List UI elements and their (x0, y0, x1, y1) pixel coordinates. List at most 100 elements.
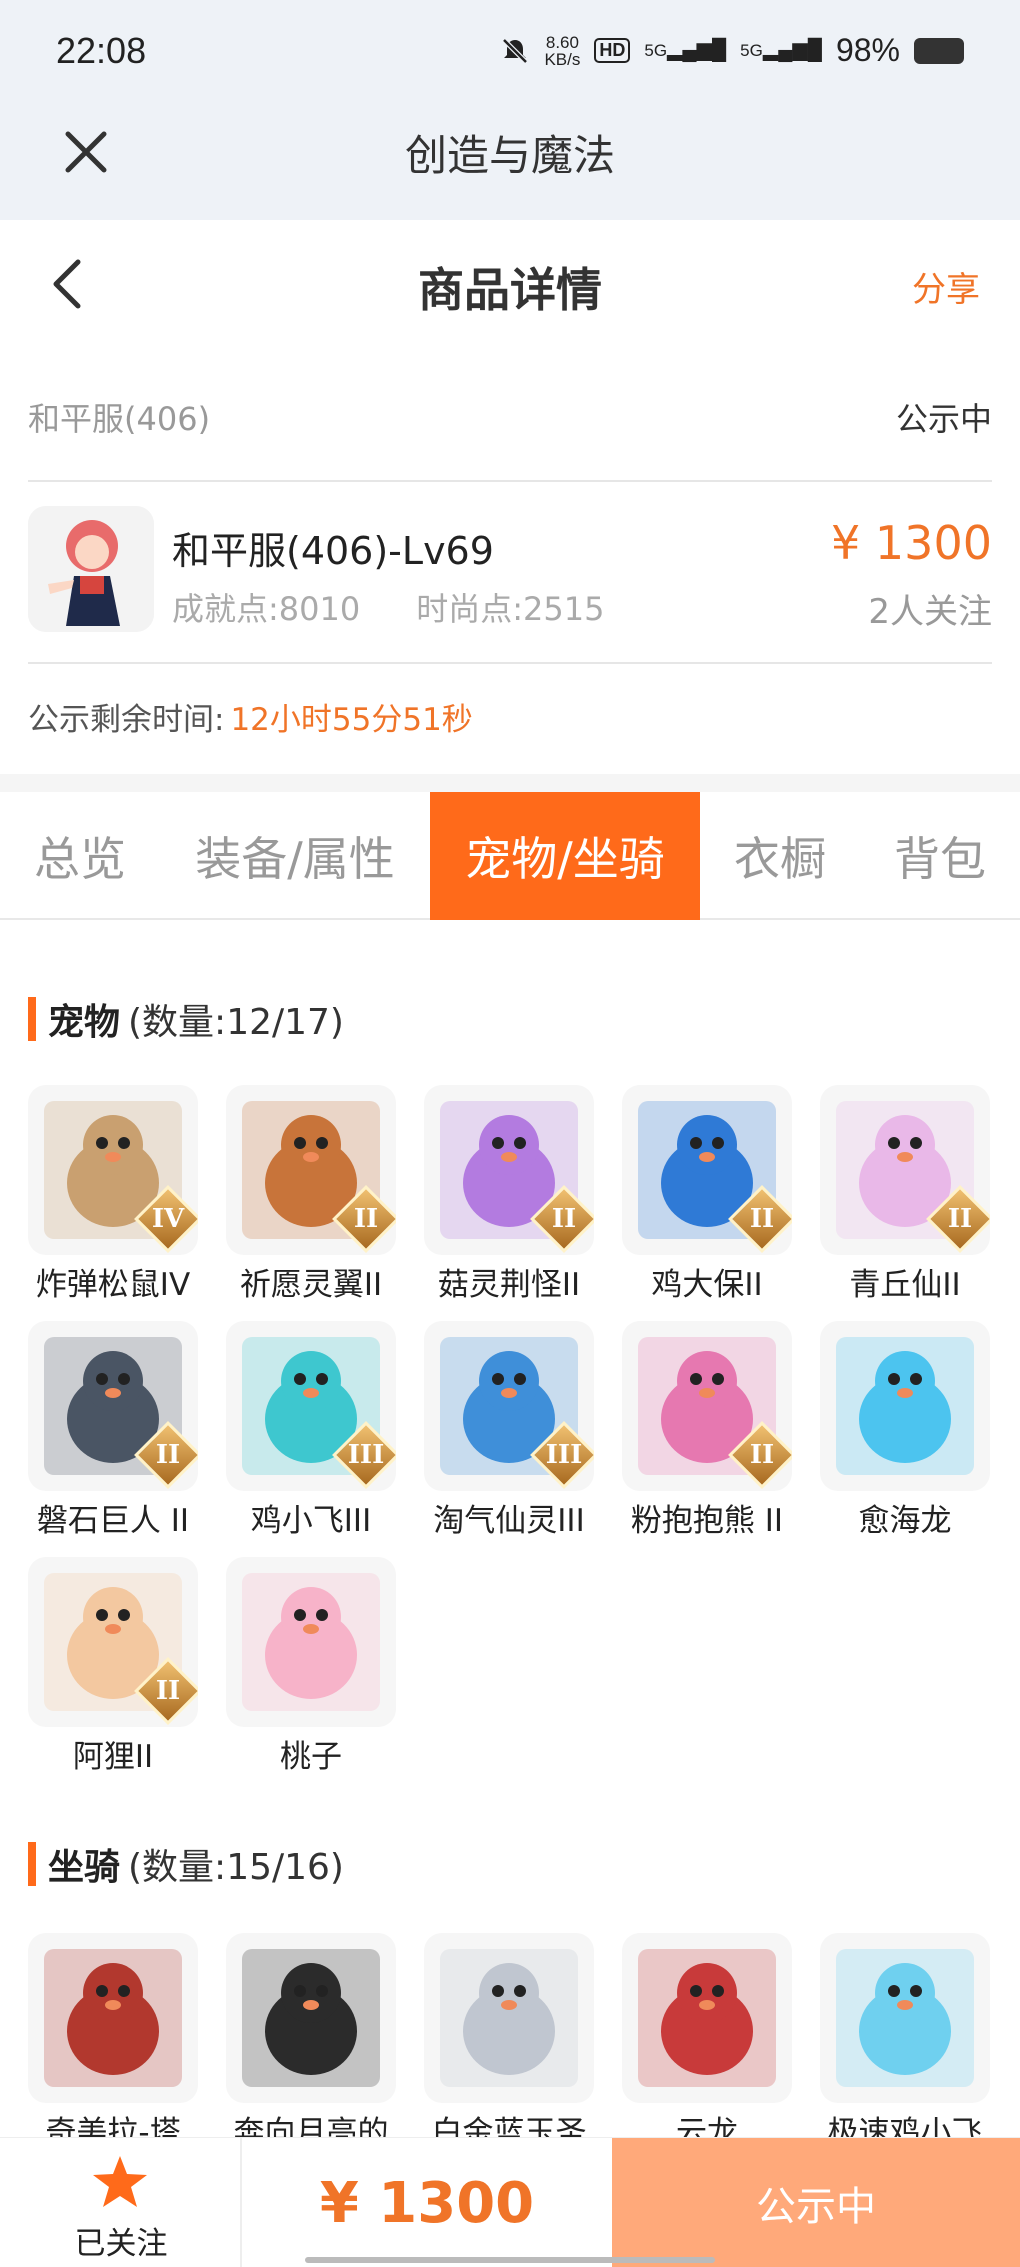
sea-dragon-icon (836, 1337, 974, 1475)
mount-card[interactable]: 白金蓝玉圣 (424, 1933, 594, 2137)
product-name: 和平服(406)-Lv69 (172, 529, 494, 573)
pet-thumbnail: III (424, 1321, 594, 1491)
public-notice-button[interactable]: 公示中 (612, 2138, 1020, 2267)
pet-card[interactable]: II 菇灵荆怪II (424, 1085, 594, 1304)
pets-title: 宠物 (48, 1002, 121, 1043)
share-button[interactable]: 分享 (912, 262, 980, 311)
mount-card[interactable]: 奇美拉-塔 (28, 1933, 198, 2137)
mount-name: 云龙 (676, 2115, 738, 2137)
server-name: 和平服(406) (28, 400, 211, 438)
pink-bunny-icon (242, 1573, 380, 1711)
battery-percent: 98% (835, 32, 900, 68)
tab-wardrobe[interactable]: 衣橱 (700, 792, 860, 920)
product-summary: 和平服(406)-Lv69 成就点:8010 时尚点:2515 ¥ 1300 2人… (28, 506, 992, 638)
pet-card[interactable]: II 阿狸II (28, 1557, 198, 1776)
tab-pets-mounts[interactable]: 宠物/坐骑 (430, 792, 700, 920)
countdown-value: 12小时55分51秒 (230, 702, 473, 738)
follow-button[interactable]: 已关注 (0, 2138, 242, 2267)
tab-overview[interactable]: 总览 (0, 792, 160, 920)
cloud-dragon-icon (638, 1949, 776, 2087)
pet-thumbnail: IV (28, 1085, 198, 1255)
pets-grid: IV 炸弹松鼠IV II 祈愿灵翼II II 菇灵荆怪II II 鸡大保II II 青丘仙II II… (28, 1085, 992, 1775)
pet-name: 桃子 (280, 1739, 342, 1775)
character-avatar (28, 506, 154, 632)
pets-count: (数量:12/17) (128, 1002, 344, 1043)
pet-name: 愈海龙 (858, 1503, 952, 1539)
mount-card[interactable]: 极速鸡小飞 (820, 1933, 990, 2137)
page-header: 商品详情 分享 (0, 220, 1020, 350)
mount-thumbnail (820, 1933, 990, 2103)
mount-thumbnail (622, 1933, 792, 2103)
mounts-count: (数量:15/16) (128, 1847, 344, 1888)
countdown: 公示剩余时间: 12小时55分51秒 (28, 694, 473, 739)
fashion-points: 时尚点:2515 (416, 590, 605, 628)
app-title: 创造与魔法 (404, 131, 615, 180)
star-icon (93, 2156, 147, 2207)
pet-card[interactable]: IV 炸弹松鼠IV (28, 1085, 198, 1304)
pet-card[interactable]: II 鸡大保II (622, 1085, 792, 1304)
pet-name: 粉抱抱熊 II (630, 1503, 784, 1539)
follower-count: 2人关注 (868, 592, 992, 632)
pet-card[interactable]: II 青丘仙II (820, 1085, 990, 1304)
listing-status: 公示中 (895, 400, 992, 438)
pet-card[interactable]: 桃子 (226, 1557, 396, 1776)
page-title: 商品详情 (418, 263, 602, 317)
divider (28, 480, 992, 482)
mount-card[interactable]: 奔向月亮的 (226, 1933, 396, 2137)
mount-name: 极速鸡小飞 (827, 2115, 983, 2137)
section-accent-bar (28, 1842, 36, 1886)
detail-tabs: 总览 装备/属性 宠物/坐骑 衣橱 背包 (0, 792, 1020, 920)
pet-card[interactable]: III 鸡小飞III (226, 1321, 396, 1540)
signal-5g-2: 5G▂▄▆█ (740, 39, 822, 61)
product-price: ¥ 1300 (831, 516, 992, 570)
app-bar: 创造与魔法 (0, 108, 1020, 220)
pet-name: 菇灵荆怪II (437, 1267, 581, 1303)
status-time: 22:08 (56, 30, 147, 71)
pet-thumbnail (820, 1321, 990, 1491)
pet-name: 祈愿灵翼II (239, 1267, 383, 1303)
pet-card[interactable]: 愈海龙 (820, 1321, 990, 1540)
fast-chick-icon (836, 1949, 974, 2087)
mount-thumbnail (28, 1933, 198, 2103)
mute-bell-icon (502, 37, 529, 64)
product-stats: 成就点:8010 时尚点:2515 (172, 584, 604, 630)
pet-card[interactable]: II 粉抱抱熊 II (622, 1321, 792, 1540)
pet-card[interactable]: II 祈愿灵翼II (226, 1085, 396, 1304)
pet-name: 磐石巨人 II (36, 1503, 190, 1539)
pet-thumbnail: II (28, 1321, 198, 1491)
pet-thumbnail: II (226, 1085, 396, 1255)
pig-mount-icon (242, 1949, 380, 2087)
status-icons: 8.60 KB/s HD 5G▂▄▆█ 5G▂▄▆█ 98% (500, 32, 964, 69)
status-bar: 22:08 8.60 KB/s HD 5G▂▄▆█ 5G▂▄▆█ 98% (0, 0, 1020, 108)
pet-card[interactable]: II 磐石巨人 II (28, 1321, 198, 1540)
countdown-label: 公示剩余时间: (28, 702, 225, 738)
mount-card[interactable]: 云龙 (622, 1933, 792, 2137)
pet-name: 阿狸II (72, 1739, 154, 1775)
battery-icon (914, 37, 964, 64)
pet-name: 淘气仙灵III (433, 1503, 585, 1539)
chimera-icon (44, 1949, 182, 2087)
pet-card[interactable]: III 淘气仙灵III (424, 1321, 594, 1540)
section-gap (0, 774, 1020, 792)
pet-name: 青丘仙II (849, 1267, 961, 1303)
mount-thumbnail (226, 1933, 396, 2103)
mounts-section-title: 坐骑 (数量:15/16) (28, 1838, 344, 1890)
follow-label: 已关注 (74, 2226, 168, 2262)
pet-thumbnail (226, 1557, 396, 1727)
platinum-beast-icon (440, 1949, 578, 2087)
mounts-grid: 奇美拉-塔 奔向月亮的 白金蓝玉圣 云龙 极速鸡小飞 (28, 1933, 992, 2137)
tab-equipment[interactable]: 装备/属性 (160, 792, 430, 920)
pet-name: 鸡小飞III (250, 1503, 372, 1539)
server-row: 和平服(406) 公示中 (28, 380, 992, 450)
pet-thumbnail: II (622, 1321, 792, 1491)
bottom-price: ¥ 1300 (319, 2170, 535, 2236)
tab-backpack[interactable]: 背包 (860, 792, 1020, 920)
mount-name: 白金蓝玉圣 (431, 2115, 587, 2137)
pet-thumbnail: III (226, 1321, 396, 1491)
pet-thumbnail: II (820, 1085, 990, 1255)
home-indicator (305, 2257, 715, 2263)
mount-thumbnail (424, 1933, 594, 2103)
mount-name: 奔向月亮的 (233, 2115, 389, 2137)
pet-name: 鸡大保II (651, 1267, 763, 1303)
pets-section-title: 宠物 (数量:12/17) (28, 993, 344, 1045)
